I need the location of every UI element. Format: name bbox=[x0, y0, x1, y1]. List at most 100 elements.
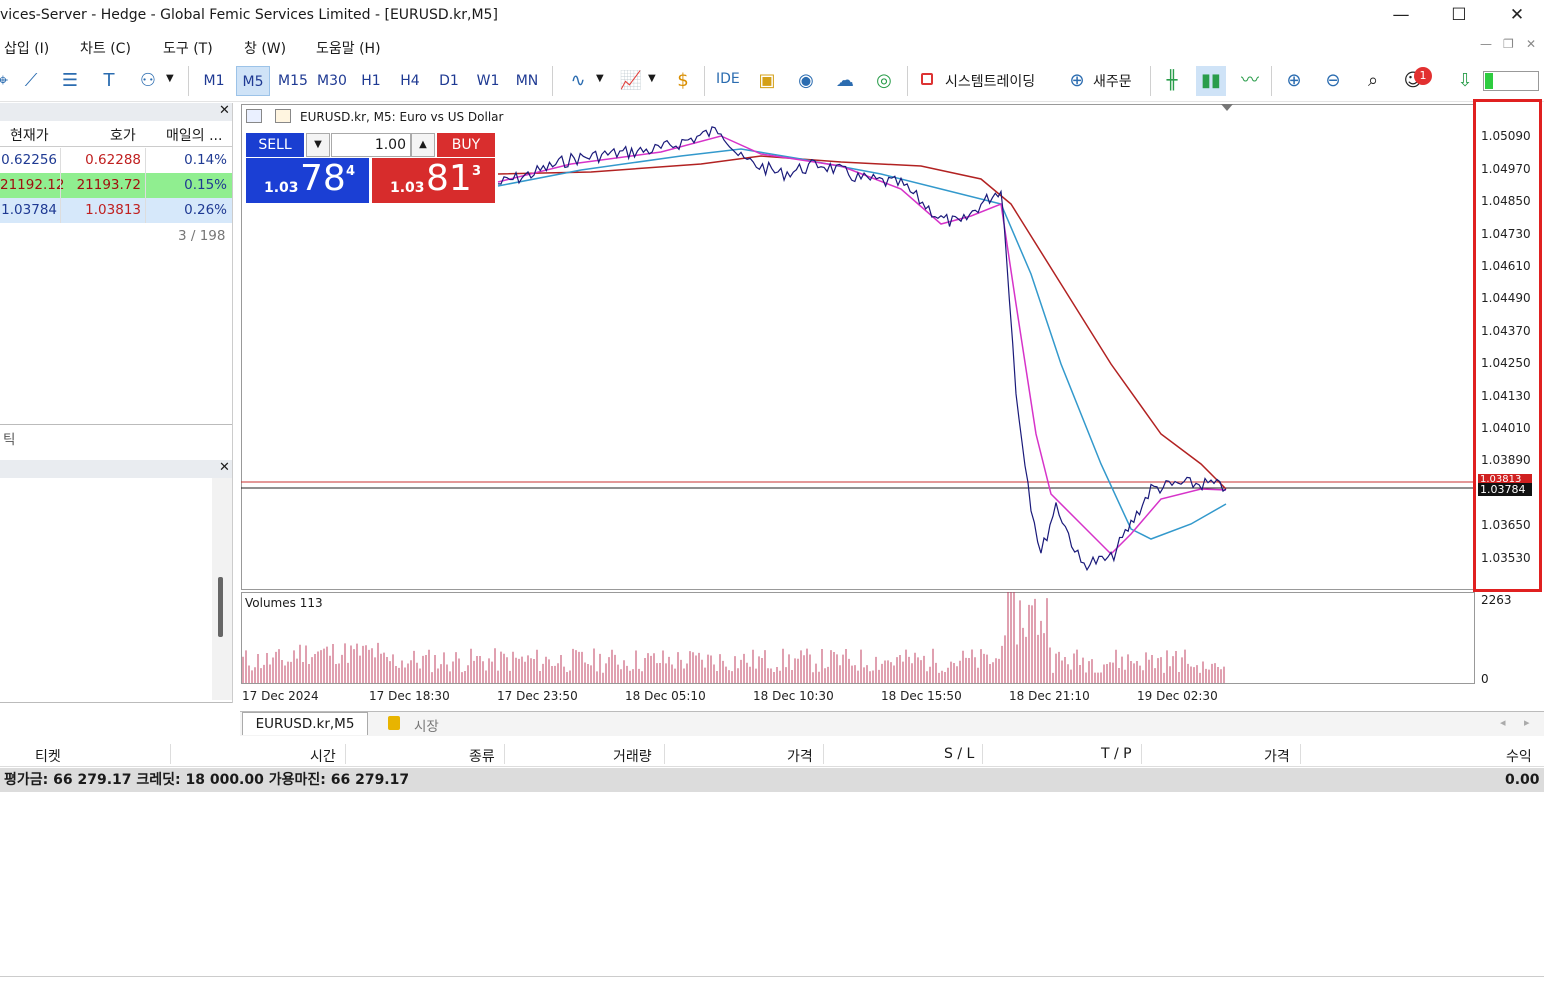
timeframe-h1[interactable]: H1 bbox=[355, 66, 387, 96]
dollar-icon[interactable]: $ bbox=[668, 66, 698, 96]
buy-button[interactable]: BUY bbox=[437, 133, 495, 157]
time-axis-label: 17 Dec 23:50 bbox=[497, 689, 578, 703]
col-ticket[interactable]: 티켓 bbox=[35, 746, 61, 766]
chevron-down-icon[interactable]: ▼ bbox=[166, 73, 174, 84]
divider bbox=[345, 744, 346, 764]
tab-tick[interactable]: 틱 bbox=[3, 428, 15, 448]
timeframe-m30[interactable]: M30 bbox=[314, 66, 350, 96]
divider bbox=[0, 424, 232, 425]
mdi-restore-icon[interactable]: ❐ bbox=[1503, 37, 1514, 51]
table-row[interactable]: 1.03784 1.03813 0.26% bbox=[0, 198, 232, 223]
timeframe-m15[interactable]: M15 bbox=[275, 66, 311, 96]
menu-tools[interactable]: 도구 (T) bbox=[163, 38, 213, 58]
col-type[interactable]: 종류 bbox=[469, 746, 495, 766]
zoom-out-icon[interactable]: ⊖ bbox=[1318, 66, 1348, 96]
close-icon[interactable]: ✕ bbox=[219, 460, 230, 475]
col-volume[interactable]: 거래량 bbox=[613, 746, 652, 766]
menu-insert[interactable]: 삽입 (I) bbox=[4, 38, 49, 58]
text-tool-icon[interactable]: T bbox=[94, 66, 124, 96]
buy-price-button[interactable]: 1.03 81 3 bbox=[372, 158, 495, 203]
toolbar-separator bbox=[1150, 66, 1151, 96]
bid-cell: 21192.12 bbox=[0, 177, 65, 193]
signals-icon[interactable]: ◉ bbox=[791, 66, 821, 96]
mdi-close-icon[interactable]: ✕ bbox=[1526, 37, 1536, 51]
chevron-down-icon[interactable]: ▼ bbox=[596, 73, 604, 84]
close-button[interactable]: ✕ bbox=[1488, 0, 1544, 32]
change-cell: 0.15% bbox=[184, 177, 227, 193]
algo-trading-button[interactable]: 시스템트레이딩 bbox=[945, 71, 1035, 91]
sell-price-prefix: 1.03 bbox=[264, 180, 299, 196]
timeframe-m5[interactable]: M5 bbox=[236, 66, 270, 96]
close-icon[interactable]: ✕ bbox=[219, 103, 230, 118]
menu-help[interactable]: 도움말 (H) bbox=[316, 38, 381, 58]
tab-scroll-right-icon[interactable]: ▸ bbox=[1524, 716, 1530, 729]
buy-price-sup: 3 bbox=[472, 164, 482, 179]
menu-window[interactable]: 창 (W) bbox=[244, 38, 286, 58]
divider bbox=[0, 146, 232, 147]
new-order-button[interactable]: 새주문 bbox=[1093, 71, 1132, 91]
col-tp[interactable]: T / P bbox=[1101, 746, 1132, 762]
channel-icon[interactable]: ☰ bbox=[55, 66, 85, 96]
bar-chart-icon[interactable]: ╫ bbox=[1157, 66, 1187, 96]
col-bid[interactable]: 현재가 bbox=[10, 125, 49, 145]
chart-properties-icon[interactable] bbox=[275, 109, 291, 123]
ide-button[interactable]: IDE bbox=[716, 71, 740, 87]
balance-row: 평가금: 66 279.17 크레딧: 18 000.00 가용마진: 66 2… bbox=[0, 768, 1544, 792]
table-row[interactable]: 21192.12 21193.72 0.15% bbox=[0, 173, 232, 198]
scrollbar-thumb[interactable] bbox=[218, 577, 223, 637]
algo-trading-icon[interactable] bbox=[921, 73, 933, 85]
trendline-icon[interactable]: ⟋ bbox=[16, 66, 46, 96]
market-bag-icon[interactable]: ▣ bbox=[752, 66, 782, 96]
col-ask[interactable]: 호가 bbox=[110, 125, 136, 145]
chevron-down-icon[interactable]: ▼ bbox=[648, 73, 656, 84]
shapes-icon[interactable]: ⚇ bbox=[133, 66, 163, 96]
timeframe-mn[interactable]: MN bbox=[510, 66, 544, 96]
col-profit[interactable]: 수익 bbox=[1506, 746, 1532, 766]
time-axis-label: 19 Dec 02:30 bbox=[1137, 689, 1218, 703]
col-time[interactable]: 시간 bbox=[310, 746, 336, 766]
market-watch-header bbox=[0, 103, 232, 121]
maximize-button[interactable]: ☐ bbox=[1430, 0, 1488, 32]
volume-input[interactable]: 1.00 bbox=[331, 133, 411, 157]
market-lock-icon bbox=[388, 716, 400, 730]
timeframe-m1[interactable]: M1 bbox=[198, 66, 230, 96]
volume-decrease-button[interactable]: ▼ bbox=[306, 133, 330, 157]
divider bbox=[1300, 744, 1301, 764]
tab-market[interactable]: 시장 bbox=[414, 715, 439, 735]
new-order-icon[interactable]: ⊕ bbox=[1062, 66, 1092, 96]
ma-fast bbox=[497, 135, 1227, 556]
chart-menu-icon[interactable] bbox=[246, 109, 262, 123]
col-price[interactable]: 가격 bbox=[787, 746, 813, 766]
volume-increase-button[interactable]: ▲ bbox=[411, 133, 435, 157]
timeframe-d1[interactable]: D1 bbox=[433, 66, 465, 96]
zoom-in-icon[interactable]: ⊕ bbox=[1279, 66, 1309, 96]
table-row[interactable]: 0.62256 0.62288 0.14% bbox=[0, 148, 232, 173]
tab-eurusd[interactable]: EURUSD.kr,M5 bbox=[242, 712, 368, 735]
line-chart-type-icon[interactable]: 〰 bbox=[1235, 66, 1265, 96]
candlestick-icon[interactable]: ▮▮ bbox=[1196, 66, 1226, 96]
symbol-count: 3 / 198 bbox=[178, 228, 226, 244]
divider bbox=[170, 744, 171, 764]
line-chart-icon[interactable]: ∿ bbox=[563, 66, 593, 96]
indicators-icon[interactable]: 📈 bbox=[616, 66, 646, 96]
ma-mid bbox=[497, 148, 1227, 540]
search-icon[interactable]: ⌕ bbox=[1358, 66, 1388, 96]
sell-price-button[interactable]: 1.03 78 4 bbox=[246, 158, 369, 203]
tab-scroll-left-icon[interactable]: ◂ bbox=[1500, 716, 1506, 729]
col-daily-change[interactable]: 매일의 ... bbox=[166, 125, 222, 145]
bid-cell: 1.03784 bbox=[1, 202, 57, 218]
sell-button[interactable]: SELL bbox=[246, 133, 304, 157]
timeframe-h4[interactable]: H4 bbox=[394, 66, 426, 96]
col-current-price[interactable]: 가격 bbox=[1264, 746, 1290, 766]
vps-globe-icon[interactable]: ◎ bbox=[869, 66, 899, 96]
mdi-minimize-icon[interactable]: — bbox=[1480, 37, 1492, 51]
cloud-icon[interactable]: ☁ bbox=[830, 66, 860, 96]
divider bbox=[982, 744, 983, 764]
signal-strength-icon[interactable]: ⇩ bbox=[1450, 66, 1480, 96]
menu-chart[interactable]: 차트 (C) bbox=[80, 38, 131, 58]
divider bbox=[0, 702, 232, 703]
minimize-button[interactable]: — bbox=[1372, 0, 1430, 32]
col-sl[interactable]: S / L bbox=[944, 746, 974, 762]
change-cell: 0.26% bbox=[184, 202, 227, 218]
timeframe-w1[interactable]: W1 bbox=[472, 66, 504, 96]
